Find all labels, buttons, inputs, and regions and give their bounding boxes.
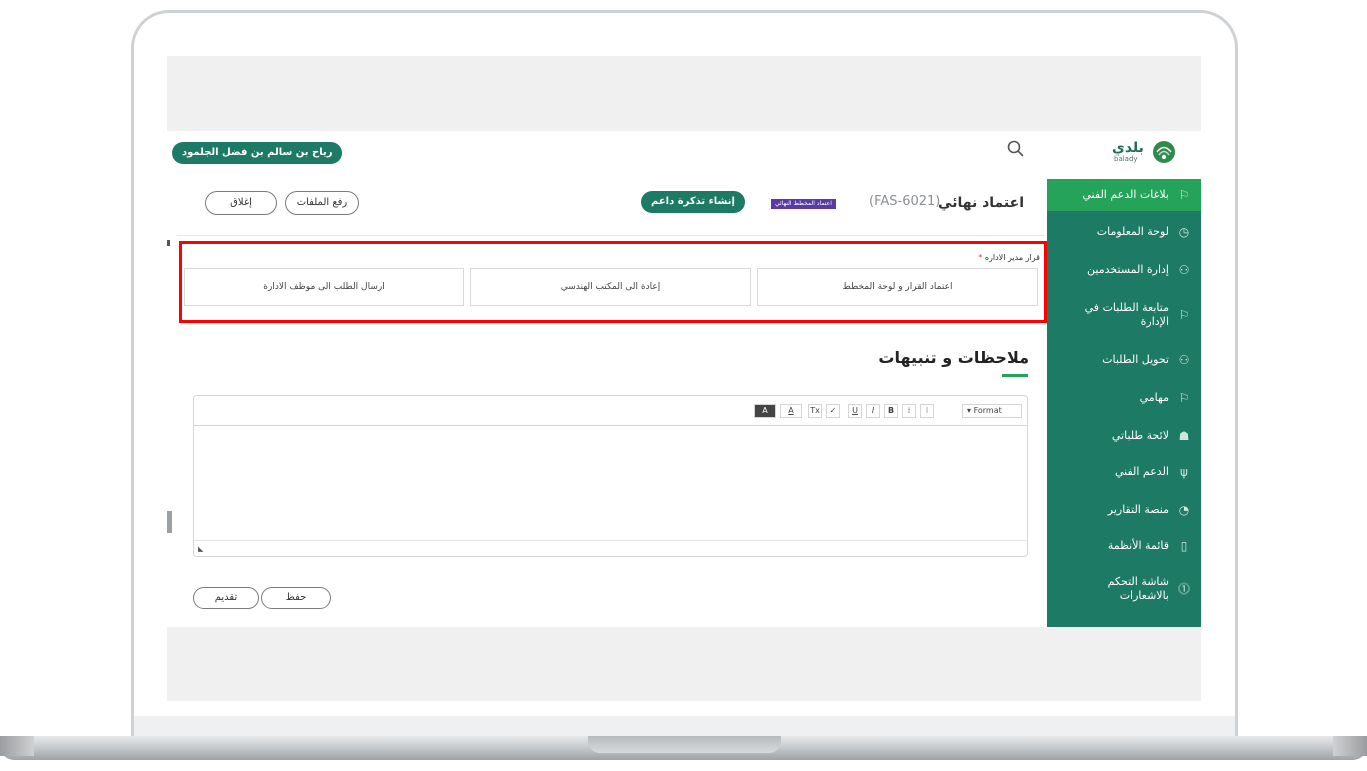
scrollbar-arrow[interactable] bbox=[167, 240, 170, 246]
background-color-button[interactable]: A bbox=[754, 404, 776, 418]
users-icon: ⚇ bbox=[1178, 263, 1190, 277]
logo[interactable]: بلدي balady bbox=[1112, 140, 1192, 166]
sidebar-item-label: قائمة الأنظمة bbox=[1107, 539, 1169, 552]
option-send-to-admin-employee[interactable]: ارسال الطلب الى موظف الادارة bbox=[184, 268, 464, 306]
sidebar-item-my-tasks[interactable]: ⚐ مهامي bbox=[1047, 385, 1201, 411]
format-dropdown[interactable]: ▾ Format bbox=[962, 404, 1022, 418]
sidebar-item-label: بلاغات الدعم الفني bbox=[1082, 188, 1169, 201]
upload-files-button[interactable]: رفع الملفات bbox=[285, 191, 359, 215]
sidebar-item-request-transfer[interactable]: ⚇ تحويل الطلبات bbox=[1047, 347, 1201, 373]
sidebar-item-notifications[interactable]: ⓵ شاشة التحكم بالاشعارات bbox=[1047, 571, 1201, 607]
antenna-icon: ψ bbox=[1180, 465, 1188, 479]
decision-highlight: قرار مدير الاداره * اعتماد القرار و لوحة… bbox=[179, 241, 1047, 323]
create-ticket-button[interactable]: إنشاء تذكرة داعم bbox=[641, 191, 745, 213]
scrollbar-thumb[interactable] bbox=[167, 511, 172, 533]
bold-button[interactable]: B bbox=[884, 404, 898, 418]
dashboard-icon: ◷ bbox=[1178, 225, 1190, 239]
underline-button[interactable]: U bbox=[848, 404, 862, 418]
search-icon[interactable] bbox=[1006, 139, 1026, 159]
save-button[interactable]: حفظ bbox=[261, 587, 331, 609]
flag-icon: ⚐ bbox=[1178, 308, 1190, 322]
chart-icon: ◔ bbox=[1178, 503, 1190, 517]
option-return-engineering-office[interactable]: إعادة الى المكتب الهندسي bbox=[470, 268, 751, 306]
sidebar-item-label: تحويل الطلبات bbox=[1102, 353, 1169, 366]
sidebar-item-tech-support[interactable]: ψ الدعم الفني bbox=[1047, 459, 1201, 485]
logo-mark-icon bbox=[1153, 141, 1175, 163]
sidebar-item-label: متابعة الطلبات في الإدارة bbox=[1084, 301, 1169, 328]
flag-icon: ⚐ bbox=[1178, 391, 1190, 405]
sidebar-item-my-requests[interactable]: ☗ لائحة طلباتي bbox=[1047, 423, 1201, 449]
users-icon: ⚇ bbox=[1178, 353, 1190, 367]
bullet-list-icon[interactable]: ⁝ bbox=[920, 404, 934, 418]
clear-format-button[interactable]: Tx bbox=[808, 404, 822, 418]
brush-icon[interactable]: ✓ bbox=[826, 404, 840, 418]
page-title: اعتماد نهائي bbox=[938, 195, 1024, 211]
decision-label: قرار مدير الاداره * bbox=[978, 253, 1040, 262]
status-badge: اعتماد المخطط النهائي bbox=[771, 199, 836, 209]
sidebar-item-support-reports[interactable]: ⚐ بلاغات الدعم الفني bbox=[1047, 179, 1201, 211]
user-menu-button[interactable]: رياح بن سالم بن فضل الجلمود bbox=[172, 142, 343, 164]
editor-statusbar bbox=[194, 540, 1027, 541]
header-divider bbox=[177, 235, 1045, 236]
sidebar-item-label: منصة التقارير bbox=[1107, 503, 1169, 516]
sidebar-item-request-followup[interactable]: ⚐ متابعة الطلبات في الإدارة bbox=[1047, 297, 1201, 333]
text-color-button[interactable]: A bbox=[780, 404, 802, 418]
logo-arabic: بلدي bbox=[1112, 140, 1144, 156]
screen: رياح بن سالم بن فضل الجلمود بلدي balady … bbox=[167, 56, 1201, 701]
sidebar-item-label: مهامي bbox=[1139, 391, 1169, 404]
sidebar-item-label: لائحة طلباتي bbox=[1111, 429, 1169, 442]
sidebar-item-dashboard[interactable]: ◷ لوحة المعلومات bbox=[1047, 219, 1201, 245]
logo-english: balady bbox=[1114, 155, 1138, 163]
italic-button[interactable]: I bbox=[866, 404, 880, 418]
sidebar-item-systems-list[interactable]: ▯ قائمة الأنظمة bbox=[1047, 533, 1201, 559]
sidebar-item-user-management[interactable]: ⚇ إدارة المستخدمين bbox=[1047, 257, 1201, 283]
notes-underline bbox=[1002, 374, 1028, 377]
app-window: رياح بن سالم بن فضل الجلمود بلدي balady … bbox=[167, 131, 1201, 627]
sidebar-item-label: إدارة المستخدمين bbox=[1087, 263, 1169, 276]
sidebar-item-label: شاشة التحكم بالاشعارات bbox=[1107, 575, 1169, 602]
option-approve-decision[interactable]: اعتماد القرار و لوحة المخطط bbox=[757, 268, 1038, 306]
sidebar-item-reports-platform[interactable]: ◔ منصة التقارير bbox=[1047, 497, 1201, 523]
numbered-list-icon[interactable]: ⁞ bbox=[902, 404, 916, 418]
sidebar-item-label: لوحة المعلومات bbox=[1096, 225, 1169, 238]
submit-button[interactable]: تقديم bbox=[193, 587, 259, 609]
editor-toolbar: ▾ Format ⁝ ⁞ B I U ✓ Tx A A bbox=[194, 396, 1027, 426]
sidebar-item-label: الدعم الفني bbox=[1114, 465, 1169, 478]
bell-icon: ⓵ bbox=[1177, 582, 1190, 596]
document-icon: ▯ bbox=[1180, 539, 1188, 553]
laptop-notch bbox=[588, 736, 781, 753]
sidebar: ⚐ بلاغات الدعم الفني ◷ لوحة المعلومات ⚇ … bbox=[1047, 179, 1201, 627]
topbar: رياح بن سالم بن فضل الجلمود بلدي balady bbox=[167, 131, 1201, 177]
request-code: (FAS-6021) bbox=[869, 194, 941, 209]
flag-icon: ⚐ bbox=[1178, 188, 1190, 202]
notes-title: ملاحظات و تنبيهات bbox=[878, 348, 1029, 367]
user-list-icon: ☗ bbox=[1178, 429, 1190, 443]
resize-grip-icon[interactable]: ◣ bbox=[198, 546, 204, 553]
close-button[interactable]: إغلاق bbox=[205, 191, 277, 215]
notes-editor[interactable]: ▾ Format ⁝ ⁞ B I U ✓ Tx A A ◣ bbox=[193, 395, 1028, 557]
required-mark: * bbox=[978, 253, 983, 262]
laptop-bezel-bottom bbox=[134, 716, 1235, 736]
